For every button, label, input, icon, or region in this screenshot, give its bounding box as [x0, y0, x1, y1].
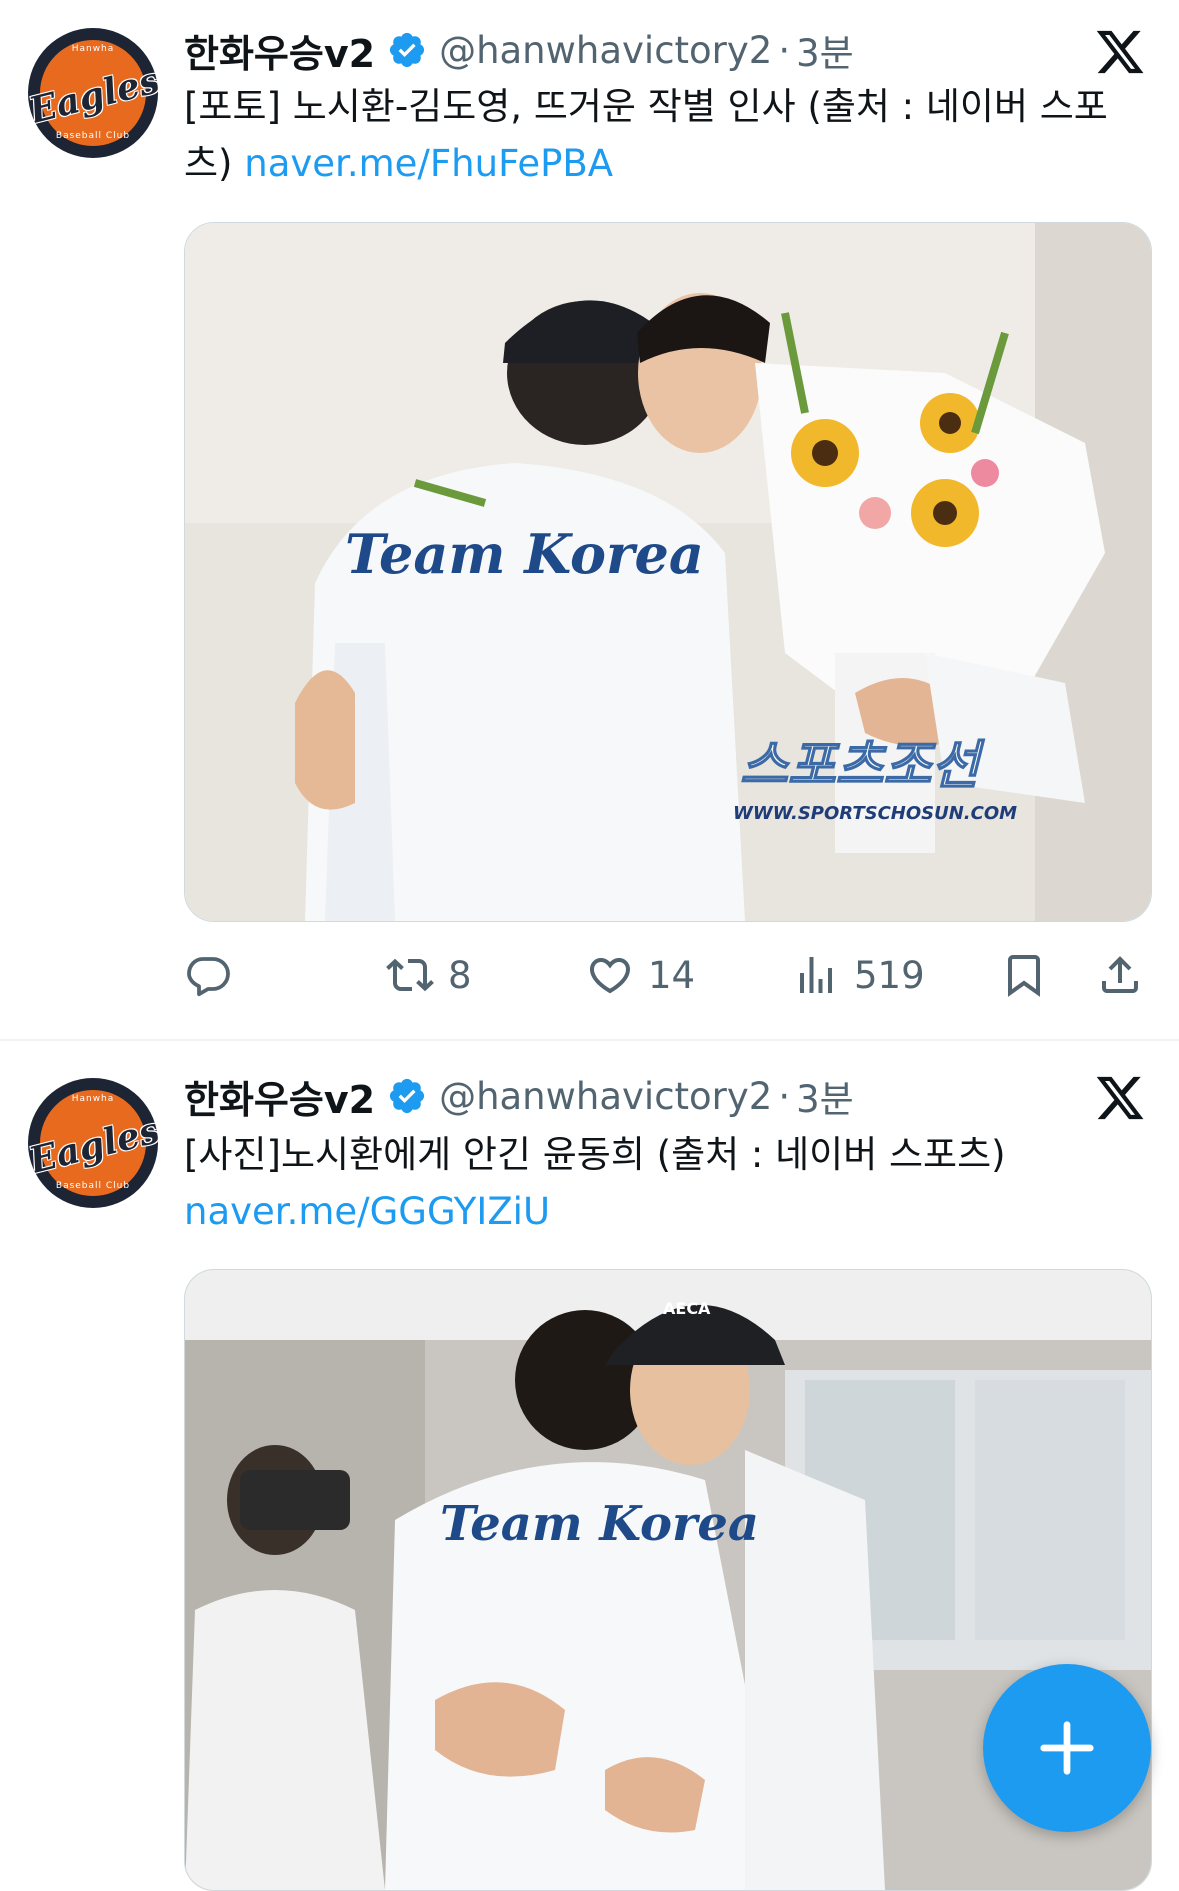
like-count: 14	[648, 953, 696, 997]
x-logo-icon	[1096, 1076, 1144, 1120]
compose-plus-icon	[1040, 1721, 1094, 1775]
views-count: 519	[854, 953, 925, 997]
avatar[interactable]: Hanwha Eagles Baseball Club	[28, 28, 158, 158]
avatar-ring-top: Hanwha	[71, 44, 115, 54]
avatar-ring-top: Hanwha	[71, 1094, 115, 1104]
bookmark-icon	[1008, 955, 1040, 997]
views-icon	[800, 957, 832, 993]
tweet-text: [포토] 노시환-김도영, 뜨거운 작별 인사 (출처 : 네이버 스포츠) n…	[184, 78, 1144, 192]
tweet-text: [사진]노시환에게 안긴 윤동희 (출처 : 네이버 스포츠) naver.me…	[184, 1126, 1144, 1240]
tweet-header: 한화우승v2 @hanwhavictory2 · 3분	[184, 20, 854, 80]
tweet-link[interactable]: naver.me/GGGYIZiU	[184, 1183, 1144, 1240]
avatar-ring-bottom: Baseball Club	[55, 1181, 131, 1191]
display-name[interactable]: 한화우승v2	[184, 23, 375, 78]
bookmark-button[interactable]	[1000, 945, 1048, 1005]
photo-jacket-text: Team Korea	[440, 1496, 759, 1552]
handle[interactable]: @hanwhavictory2	[439, 29, 772, 72]
handle[interactable]: @hanwhavictory2	[439, 1075, 772, 1118]
retweet-icon	[386, 958, 434, 992]
like-button[interactable]: 14	[586, 945, 695, 1005]
separator-dot: ·	[778, 28, 791, 72]
views-button[interactable]: 519	[792, 945, 925, 1005]
watermark-brand: 스포츠조선	[740, 736, 985, 796]
timestamp[interactable]: 3분	[796, 23, 854, 77]
separator-dot: ·	[778, 1074, 791, 1118]
share-button[interactable]	[1096, 945, 1144, 1005]
verified-badge-icon	[389, 1078, 425, 1114]
watermark-url: WWW.SPORTSCHOSUN.COM	[733, 803, 1017, 824]
compose-button[interactable]	[983, 1664, 1151, 1832]
avatar[interactable]: Hanwha Eagles Baseball Club	[28, 1078, 158, 1208]
avatar-ring-bottom: Baseball Club	[55, 131, 131, 141]
photo-jacket-text: Team Korea	[345, 522, 704, 586]
retweet-count: 8	[448, 953, 472, 997]
retweet-button[interactable]: 8	[386, 945, 472, 1005]
timestamp[interactable]: 3분	[796, 1069, 854, 1123]
share-icon	[1102, 956, 1138, 993]
tweet-text-content: [사진]노시환에게 안긴 윤동희 (출처 : 네이버 스포츠)	[184, 1133, 1006, 1176]
tweet[interactable]: Hanwha Eagles Baseball Club 한화우승v2 @hanw…	[0, 0, 1179, 1040]
tweet-link[interactable]: naver.me/FhuFePBA	[244, 142, 613, 185]
reply-button[interactable]	[184, 945, 246, 1005]
heart-icon	[589, 958, 631, 994]
verified-badge-icon	[389, 32, 425, 68]
tweet-photo[interactable]: Team Korea 스포츠조선 WWW.SPORTSCHOSUN.COM	[184, 222, 1152, 922]
x-logo-icon	[1096, 30, 1144, 74]
display-name[interactable]: 한화우승v2	[184, 1069, 375, 1124]
photo-hug-bouquet: Team Korea 스포츠조선 WWW.SPORTSCHOSUN.COM	[185, 223, 1151, 921]
reply-icon	[187, 957, 230, 997]
photo-cap-text: AECA	[663, 1299, 711, 1318]
tweet-header: 한화우승v2 @hanwhavictory2 · 3분	[184, 1066, 854, 1126]
tweet-actions: 8 14 519	[184, 945, 1144, 1005]
